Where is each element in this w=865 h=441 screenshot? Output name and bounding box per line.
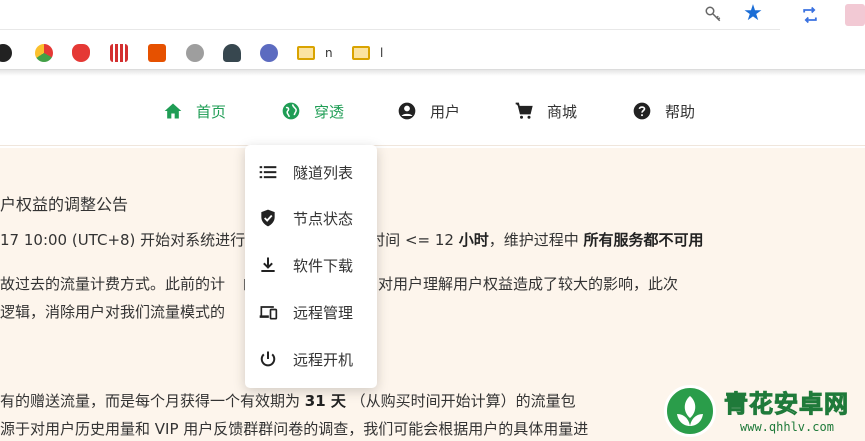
menu-label: 远程开机 — [293, 350, 354, 369]
mascot-icon — [260, 44, 278, 62]
nav-item-home[interactable]: 首页 — [163, 100, 226, 122]
watermark-title: 青花安卓网 — [724, 390, 849, 419]
nav-label-shop: 商城 — [547, 102, 578, 121]
tunnel-dropdown-menu: 隧道列表 节点状态 软件下载 远程管理 远程开机 — [245, 145, 377, 388]
tree-icon — [223, 44, 241, 62]
menu-item-node-status[interactable]: 节点状态 — [245, 195, 377, 241]
star-icon[interactable]: ★ — [742, 3, 764, 25]
watermark-logo-icon — [664, 385, 716, 437]
nav-item-help[interactable]: 帮助 — [632, 100, 695, 122]
huawei-icon — [110, 44, 128, 62]
devices-icon — [259, 306, 278, 320]
announcement-line: 源于对用户历史用量和 VIP 用户反馈群群问卷的调查，我们可能会根据用户的具体用… — [0, 418, 588, 440]
text-segment: 逻辑，消除用户对我们流量模式的 — [0, 303, 226, 321]
menu-label: 远程管理 — [293, 303, 354, 322]
text-bold: 31 天 — [304, 392, 346, 410]
browser-icon — [35, 44, 53, 62]
menu-label: 隧道列表 — [293, 163, 354, 182]
menu-item-download[interactable]: 软件下载 — [245, 242, 377, 288]
cart-icon — [515, 102, 533, 119]
announcement-title: 户权益的调整公告 — [0, 195, 129, 214]
download-icon — [261, 257, 275, 272]
github-icon — [0, 44, 12, 62]
announcement-line: 逻辑，消除用户对我们流量模式的 — [0, 301, 225, 323]
bookmark-label: l — [380, 46, 384, 60]
text-segment: 17 10:00 (UTC+8) 开始对系统进行 — [0, 231, 246, 249]
watermark: 青花安卓网 www.qhhlv.com — [660, 380, 865, 441]
nav-label-tunnel: 穿透 — [314, 102, 345, 121]
nav-label-help: 帮助 — [665, 102, 696, 121]
announcement-line: 有的赠送流量，而是每个月获得一个有效期为 31 天 （从购买时间开始计算）的流量… — [0, 390, 576, 412]
bookmarks-bar: n l — [0, 36, 865, 70]
browser-toolbar: ★ — [0, 0, 865, 36]
text-segment: （从购买时间开始计算）的流量包 — [345, 392, 576, 410]
bookmark-label: n — [325, 46, 333, 60]
menu-item-remote-manage[interactable]: 远程管理 — [245, 289, 377, 335]
nav-item-user[interactable]: 用户 — [397, 100, 460, 122]
shield-check-icon — [261, 209, 275, 227]
address-bar[interactable] — [0, 0, 780, 30]
nav-item-tunnel[interactable]: 穿透 — [281, 100, 344, 122]
nav-item-shop[interactable]: 商城 — [514, 100, 577, 122]
globe-icon — [282, 102, 300, 120]
watermark-url: www.qhhlv.com — [740, 420, 834, 434]
help-icon — [633, 102, 651, 120]
nav-label-home: 首页 — [196, 102, 227, 121]
key-icon[interactable] — [703, 5, 723, 25]
nav-label-user: 用户 — [430, 102, 461, 121]
folder-icon — [352, 46, 370, 60]
orange-app-icon — [148, 44, 166, 62]
folder-icon — [297, 46, 315, 60]
power-icon — [260, 351, 276, 367]
text-bold: 所有服务都不可用 — [583, 231, 704, 249]
extension-icon[interactable] — [845, 4, 865, 26]
text-bold: 小时 — [458, 231, 489, 249]
list-icon — [259, 166, 277, 179]
menu-item-remote-boot[interactable]: 远程开机 — [245, 336, 377, 382]
menu-item-tunnel-list[interactable]: 隧道列表 — [245, 149, 377, 195]
text-segment: 源于对用户历史用量和 VIP 用户反馈群群问卷的调查，我们可能会根据用户的具体用… — [0, 420, 589, 438]
text-segment: ，维护过程中 — [488, 231, 584, 249]
home-icon — [164, 103, 182, 119]
site-nav: 首页 穿透 用户 商城 帮助 — [0, 76, 865, 146]
account-icon — [398, 102, 416, 120]
sync-icon[interactable] — [800, 5, 820, 25]
menu-label: 节点状态 — [293, 209, 354, 228]
text-segment: 故过去的流量计费方式。此前的计 — [0, 275, 226, 293]
text-segment: 有的赠送流量，而是每个月获得一个有效期为 — [0, 392, 305, 410]
bird-icon — [186, 44, 204, 62]
menu-label: 软件下载 — [293, 256, 354, 275]
red-logo-icon — [72, 44, 90, 62]
